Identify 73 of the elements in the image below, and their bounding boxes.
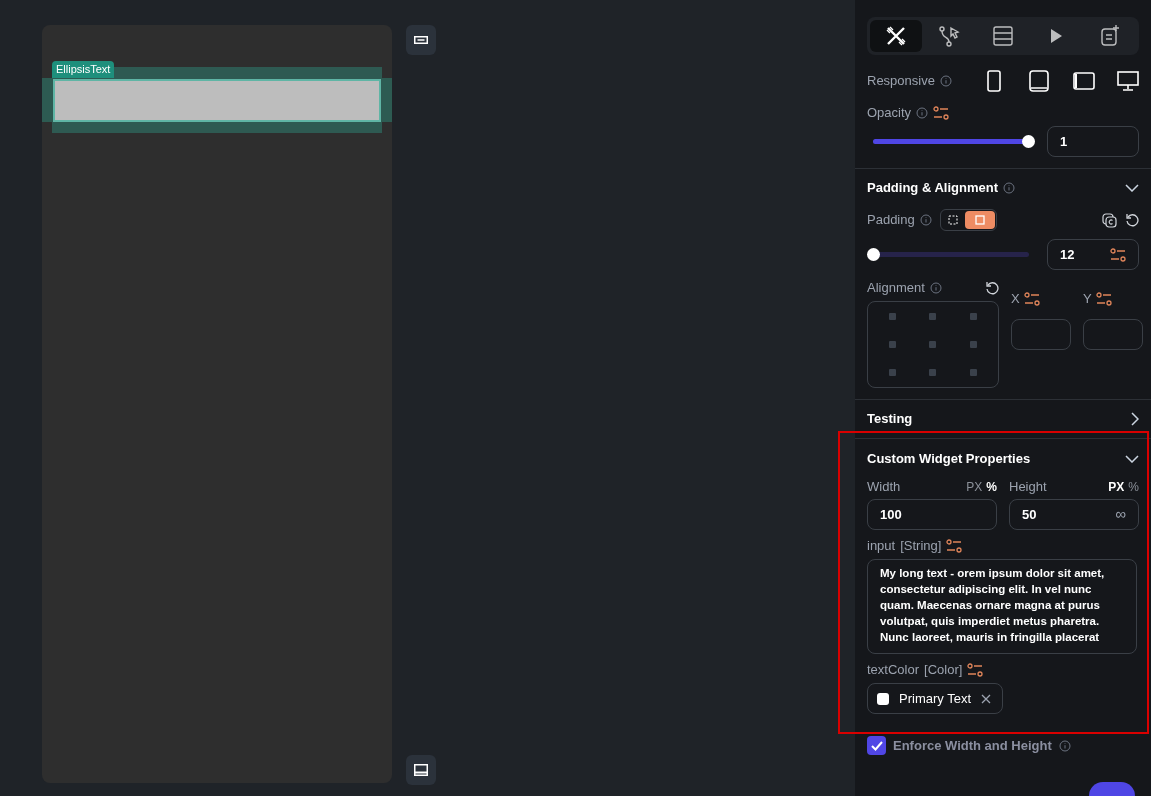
widget-label: EllipsisText — [52, 61, 115, 78]
field-label: Padding — [867, 211, 915, 230]
input-value: 50 — [1022, 505, 1037, 524]
tool-tab[interactable] — [870, 20, 922, 52]
height-input[interactable]: 50 ∞ — [1009, 499, 1139, 530]
panel-toggle-button[interactable] — [406, 755, 436, 785]
sliders-icon[interactable] — [1110, 247, 1126, 262]
info-icon[interactable] — [939, 75, 952, 87]
section-title: Padding & Alignment — [867, 179, 998, 198]
chevron-down-icon[interactable] — [1125, 184, 1139, 192]
sliders-icon[interactable] — [1023, 292, 1040, 306]
unit-toggle[interactable]: % — [1128, 478, 1139, 496]
dashed-square-icon — [947, 215, 958, 225]
text-area[interactable]: My long text - orem ipsum dolor sit amet, consectetur adipiscing elit. In vel nunc quam. Maecenas ornare magna at purus volutpat, quis imperdiet metus pharetra. Nunc laoreet, mauris in fringilla placerat — [867, 559, 1137, 654]
field-label: Height — [1009, 478, 1047, 497]
field-label: Responsive — [867, 72, 935, 91]
server-icon — [991, 24, 1015, 48]
field-label: Alignment — [867, 279, 925, 298]
play-icon — [1051, 29, 1063, 43]
reset-icon[interactable] — [985, 281, 999, 295]
field-label: textColor — [867, 661, 920, 680]
checkbox-label: Enforce Width and Height — [893, 737, 1052, 755]
input-value: 12 — [1060, 245, 1075, 264]
type-label: [Color] — [924, 661, 963, 680]
chevron-right-icon[interactable] — [1131, 412, 1139, 426]
sliders-icon[interactable] — [933, 106, 950, 120]
sliders-icon[interactable] — [946, 539, 963, 553]
slot-icon — [414, 36, 428, 44]
info-icon[interactable] — [1058, 739, 1071, 752]
section-title: Testing — [867, 410, 913, 429]
chevron-down-icon[interactable] — [1125, 455, 1139, 463]
checkbox[interactable] — [867, 736, 886, 756]
infinity-symbol[interactable]: ∞ — [1115, 503, 1126, 526]
layout-button[interactable] — [406, 25, 436, 55]
sliders-icon[interactable] — [967, 663, 984, 677]
opacity-input[interactable]: 1 — [1047, 126, 1139, 157]
field-label: Y — [1083, 290, 1092, 309]
type-label: [String] — [900, 537, 942, 556]
tablet-landscape-icon[interactable] — [1073, 70, 1095, 92]
unit-toggle[interactable]: PX — [1108, 478, 1125, 496]
coordinate-input[interactable] — [1011, 319, 1071, 350]
section-title: Custom Widget Properties — [867, 450, 1031, 469]
check-icon — [870, 740, 883, 751]
field-label: Opacity — [867, 104, 912, 123]
padding-input[interactable]: 12 — [1047, 239, 1139, 270]
sliders-icon[interactable] — [1095, 292, 1112, 306]
padding-mode-option[interactable] — [964, 211, 995, 229]
flow-cursor-icon — [937, 24, 962, 48]
field-label: X — [1011, 290, 1020, 309]
field-label: Width — [867, 478, 901, 497]
bottom-panel-icon — [414, 764, 428, 776]
info-icon[interactable] — [919, 214, 932, 226]
width-input[interactable]: 100 — [867, 499, 997, 530]
square-icon — [974, 215, 985, 225]
padding-mode-toggle[interactable] — [939, 209, 997, 231]
color-picker[interactable]: Primary Text — [867, 683, 1003, 714]
field-label: input — [867, 537, 896, 556]
color-name: Primary Text — [899, 689, 971, 708]
info-icon[interactable] — [929, 282, 942, 294]
input-value: 1 — [1060, 132, 1068, 151]
tablet-icon[interactable] — [1029, 70, 1051, 92]
close-icon[interactable] — [981, 693, 991, 704]
info-icon[interactable] — [1002, 182, 1015, 194]
widget-preview[interactable] — [53, 78, 381, 122]
coordinate-input[interactable] — [1083, 319, 1143, 350]
reset-icon[interactable] — [1125, 213, 1139, 227]
unit-toggle[interactable]: PX — [966, 478, 983, 496]
widget-outline[interactable] — [52, 67, 382, 133]
info-icon[interactable] — [916, 107, 929, 119]
unit-toggle[interactable]: % — [986, 478, 997, 496]
copy-icon[interactable] — [1102, 212, 1117, 228]
input-value: 100 — [880, 505, 902, 524]
desktop-icon[interactable] — [1117, 70, 1139, 92]
